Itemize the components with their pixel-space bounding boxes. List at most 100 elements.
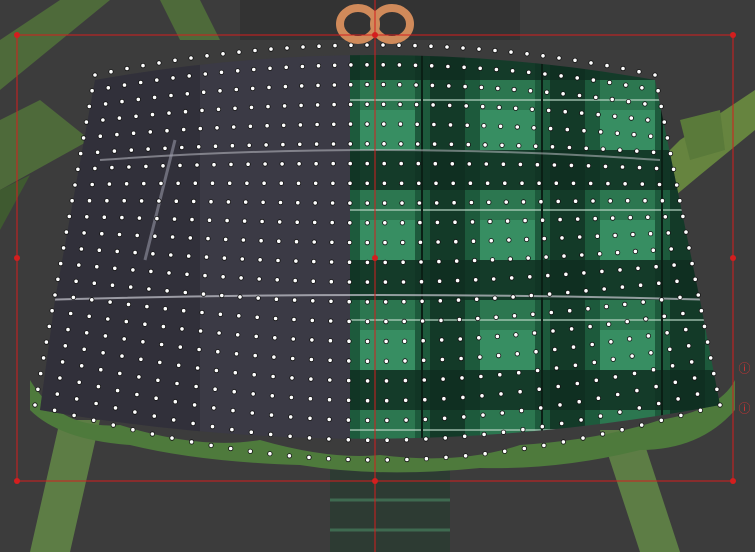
mesh-vertex[interactable]: [264, 123, 270, 129]
mesh-vertex[interactable]: [152, 94, 158, 101]
mesh-vertex[interactable]: [125, 301, 132, 307]
mesh-vertex[interactable]: [250, 391, 256, 397]
mesh-vertex[interactable]: [274, 277, 280, 283]
mesh-vertex[interactable]: [481, 123, 487, 129]
mesh-vertex[interactable]: [610, 356, 616, 362]
mesh-vertex[interactable]: [364, 259, 370, 265]
mesh-vertex[interactable]: [346, 318, 352, 324]
mesh-vertex[interactable]: [717, 402, 723, 408]
mesh-vertex[interactable]: [444, 44, 450, 50]
mesh-vertex[interactable]: [484, 180, 491, 186]
mesh-vertex[interactable]: [235, 332, 241, 338]
mesh-vertex[interactable]: [179, 144, 185, 151]
mesh-vertex[interactable]: [227, 180, 233, 186]
mesh-vertex[interactable]: [131, 130, 137, 136]
mesh-vertex[interactable]: [466, 161, 472, 167]
mesh-vertex[interactable]: [126, 164, 132, 170]
mesh-vertex[interactable]: [93, 400, 99, 407]
mesh-vertex[interactable]: [528, 292, 534, 299]
mesh-vertex[interactable]: [482, 451, 488, 457]
mesh-vertex[interactable]: [536, 386, 542, 392]
mesh-vertex[interactable]: [429, 82, 435, 89]
mesh-vertex[interactable]: [560, 91, 566, 97]
mesh-vertex[interactable]: [513, 105, 519, 111]
mesh-vertex[interactable]: [711, 370, 717, 377]
mesh-vertex[interactable]: [381, 161, 387, 167]
mesh-vertex[interactable]: [136, 215, 142, 221]
mesh-vertex[interactable]: [282, 84, 288, 90]
mesh-vertex[interactable]: [110, 422, 116, 428]
mesh-vertex[interactable]: [102, 333, 109, 339]
mesh-vertex[interactable]: [364, 318, 371, 325]
mesh-vertex[interactable]: [492, 47, 498, 54]
mesh-vertex[interactable]: [211, 162, 217, 168]
mesh-vertex[interactable]: [661, 313, 667, 319]
mesh-vertex[interactable]: [401, 299, 407, 305]
mesh-vertex[interactable]: [590, 198, 596, 204]
mesh-vertex[interactable]: [382, 240, 388, 246]
mesh-vertex[interactable]: [477, 65, 483, 71]
mesh-vertex[interactable]: [564, 127, 570, 133]
mesh-vertex[interactable]: [160, 323, 166, 330]
mesh-vertex[interactable]: [658, 297, 665, 303]
mesh-vertex[interactable]: [558, 73, 564, 79]
mesh-vertex[interactable]: [311, 258, 317, 265]
mesh-vertex[interactable]: [588, 180, 594, 186]
mesh-vertex[interactable]: [315, 63, 322, 69]
mesh-vertex[interactable]: [593, 94, 599, 101]
mesh-vertex[interactable]: [308, 376, 314, 382]
mesh-vertex[interactable]: [397, 121, 404, 127]
mesh-vertex[interactable]: [574, 75, 580, 81]
mesh-vertex[interactable]: [229, 143, 235, 149]
mesh-vertex[interactable]: [107, 299, 113, 305]
mesh-vertex[interactable]: [347, 141, 353, 147]
mesh-vertex[interactable]: [630, 231, 636, 238]
mesh-vertex[interactable]: [519, 180, 525, 186]
mesh-vertex[interactable]: [617, 147, 623, 153]
mesh-vertex[interactable]: [132, 409, 138, 415]
mesh-vertex[interactable]: [81, 230, 87, 236]
mesh-vertex[interactable]: [572, 198, 579, 204]
mesh-vertex[interactable]: [656, 280, 662, 286]
mesh-vertex[interactable]: [664, 135, 671, 141]
mesh-vertex[interactable]: [384, 457, 390, 463]
mesh-vertex[interactable]: [213, 367, 219, 374]
mesh-vertex[interactable]: [461, 64, 467, 70]
mesh-vertex[interactable]: [518, 407, 525, 414]
mesh-vertex[interactable]: [400, 279, 407, 285]
mesh-vertex[interactable]: [384, 437, 390, 443]
mesh-vertex[interactable]: [86, 313, 92, 319]
mesh-vertex[interactable]: [556, 55, 562, 61]
mesh-vertex[interactable]: [531, 330, 538, 336]
mesh-vertex[interactable]: [465, 142, 471, 148]
mesh-vertex[interactable]: [162, 306, 168, 312]
mesh-vertex[interactable]: [580, 435, 586, 441]
mesh-vertex[interactable]: [295, 200, 301, 206]
mesh-vertex[interactable]: [530, 311, 536, 317]
mesh-vertex[interactable]: [507, 256, 513, 262]
mesh-vertex[interactable]: [364, 161, 370, 167]
mesh-vertex[interactable]: [689, 260, 695, 267]
mesh-vertex[interactable]: [288, 394, 294, 400]
mesh-vertex[interactable]: [691, 375, 698, 381]
mesh-vertex[interactable]: [527, 88, 534, 94]
mesh-vertex[interactable]: [198, 328, 204, 334]
mesh-vertex[interactable]: [299, 83, 305, 89]
mesh-vertex[interactable]: [545, 272, 551, 279]
mesh-vertex[interactable]: [568, 162, 575, 168]
mesh-vertex[interactable]: [436, 278, 443, 284]
mesh-vertex[interactable]: [208, 442, 214, 448]
mesh-vertex[interactable]: [529, 106, 535, 112]
mesh-vertex[interactable]: [283, 64, 289, 70]
mesh-vertex[interactable]: [108, 69, 114, 75]
mesh-vertex[interactable]: [32, 402, 38, 408]
mesh-vertex[interactable]: [260, 199, 266, 205]
mesh-vertex[interactable]: [602, 163, 609, 169]
mesh-vertex[interactable]: [202, 71, 208, 77]
mesh-vertex[interactable]: [329, 200, 336, 206]
mesh-vertex[interactable]: [664, 330, 670, 336]
mesh-vertex[interactable]: [428, 43, 434, 49]
mesh-vertex[interactable]: [520, 199, 527, 205]
mesh-vertex[interactable]: [205, 236, 211, 242]
mesh-vertex[interactable]: [402, 358, 408, 364]
